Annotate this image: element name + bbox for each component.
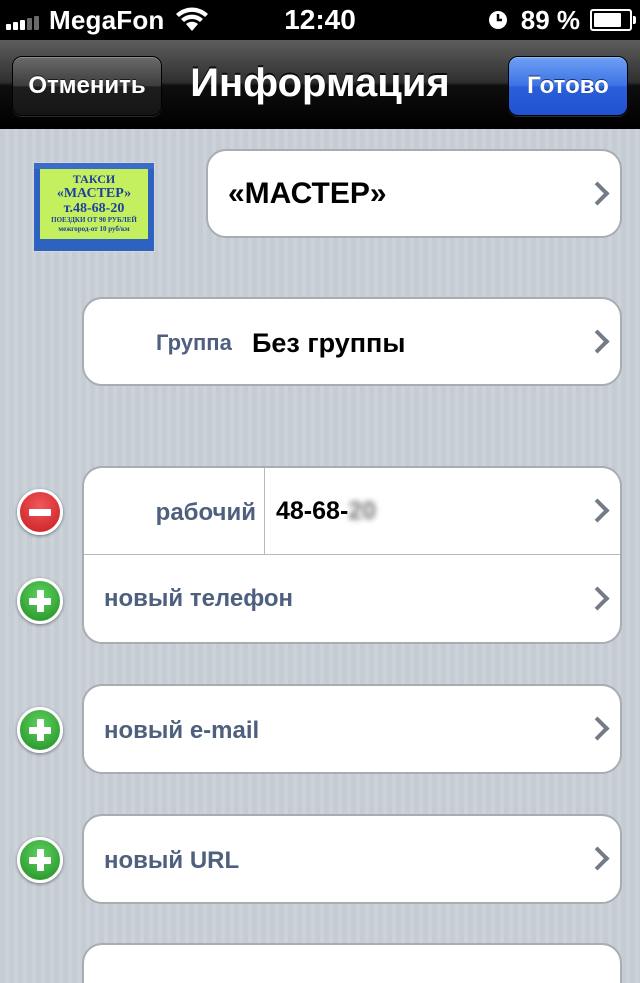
photo-text-line: ТАКСИ (72, 172, 116, 186)
chevron-right-icon (585, 328, 610, 354)
status-right: 89 % (487, 0, 636, 40)
phone-label: рабочий (155, 499, 256, 526)
chevron-right-icon (585, 180, 610, 206)
chevron-right-icon (585, 846, 610, 871)
chevron-right-icon (585, 585, 610, 611)
add-url-button[interactable] (17, 837, 63, 883)
new-url-cell[interactable]: новый URL (82, 814, 622, 904)
remove-phone-button[interactable] (17, 489, 63, 535)
photo-text-line: т.48-68-20 (63, 201, 125, 216)
status-bar: MegaFon 12:40 89 % (0, 0, 640, 40)
phone-number-text: 48-68- (276, 497, 349, 525)
battery-icon (590, 9, 636, 31)
alarm-icon (488, 11, 507, 29)
battery-fill (594, 13, 621, 27)
group-label: Группа (156, 330, 232, 355)
cancel-button[interactable]: Отменить (12, 56, 162, 116)
done-button[interactable]: Готово (508, 56, 628, 116)
new-phone-row[interactable]: новый телефон (84, 555, 620, 642)
photo-text-line: межгород-от 10 руб/км (58, 225, 130, 233)
add-email-button[interactable] (17, 707, 63, 753)
new-phone-label: новый телефон (104, 585, 294, 612)
page-title: Информация (190, 61, 450, 105)
phone-divider (264, 468, 265, 555)
contact-photo[interactable]: ТАКСИ «МАСТЕР» т.48-68-20 ПОЕЗДКИ ОТ 90 … (33, 162, 155, 252)
phone-group: рабочий 48-68-20 новый телефон (82, 466, 622, 644)
chevron-right-icon (585, 498, 610, 523)
new-email-cell[interactable]: новый e-mail (82, 684, 622, 774)
phone-value[interactable]: 48-68-20 (276, 468, 376, 554)
phone-row[interactable]: рабочий 48-68-20 (84, 468, 620, 555)
battery-percent: 89 % (520, 4, 580, 35)
chevron-right-icon (585, 716, 610, 741)
name-cell[interactable]: «МАСТЕР» (206, 149, 622, 238)
photo-text-line: «МАСТЕР» (56, 186, 132, 201)
phone-number-blurred: 20 (348, 497, 377, 525)
new-email-label: новый e-mail (104, 717, 260, 744)
add-phone-button[interactable] (17, 578, 63, 624)
group-cell[interactable]: Группа Без группы (82, 297, 622, 386)
navigation-bar: Отменить Информация Готово (0, 40, 640, 129)
contact-name: «МАСТЕР» (228, 177, 387, 210)
photo-text-line: ПОЕЗДКИ ОТ 90 РУБЛЕЙ (51, 216, 137, 224)
new-url-label: новый URL (104, 847, 240, 874)
next-cell-partial[interactable] (82, 943, 622, 983)
group-value: Без группы (252, 328, 406, 358)
photo-sign: ТАКСИ «МАСТЕР» т.48-68-20 ПОЕЗДКИ ОТ 90 … (40, 169, 148, 239)
